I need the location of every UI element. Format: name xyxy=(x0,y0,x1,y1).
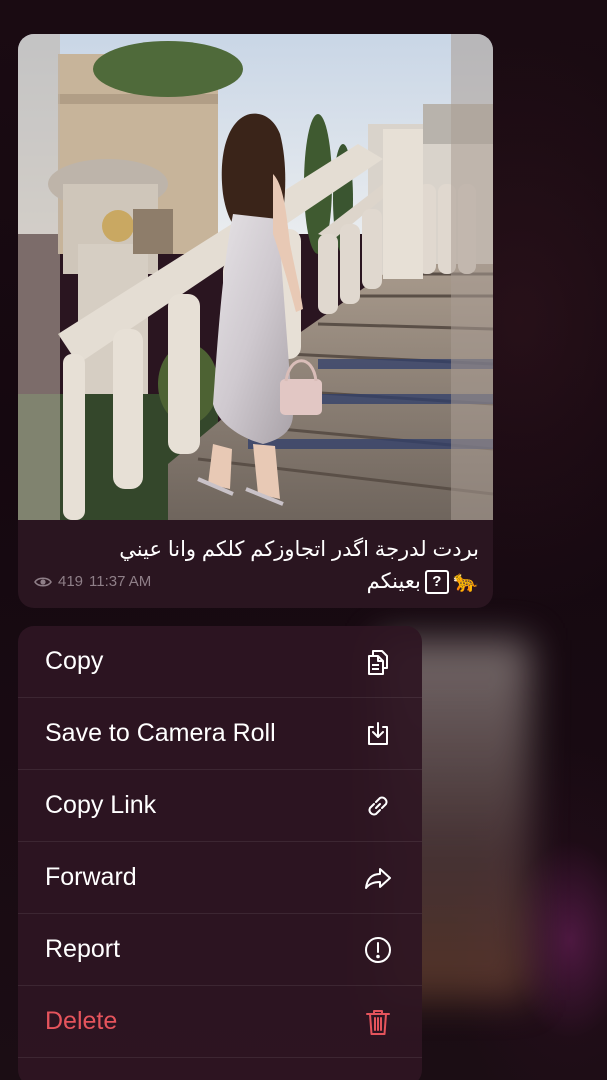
caption-line-1: بردت لدرجة اگدر اتجاوزكم كلكم وانا عيني xyxy=(119,538,479,561)
message-caption: بردت لدرجة اگدر اتجاوزكم كلكم وانا عيني … xyxy=(34,534,479,598)
caption-tail: بعينكم ? 🐆 xyxy=(367,566,479,598)
menu-item-report[interactable]: Report xyxy=(18,914,422,986)
leopard-emoji: 🐆 xyxy=(452,570,479,593)
message-meta: 419 11:37 AM xyxy=(34,566,151,598)
caption-text-2: بعينكم xyxy=(366,570,421,593)
menu-item-label: Delete xyxy=(45,1007,118,1035)
menu-item-label: Copy Link xyxy=(45,791,157,819)
message-photo[interactable] xyxy=(18,34,493,520)
eye-icon xyxy=(34,577,52,587)
report-icon xyxy=(362,934,394,966)
menu-item-forward[interactable]: Forward xyxy=(18,842,422,914)
caption-line-2: بعينكم ? 🐆 419 11:37 AM xyxy=(34,566,479,598)
link-icon xyxy=(362,790,394,822)
message-bubble[interactable]: بردت لدرجة اگدر اتجاوزكم كلكم وانا عيني … xyxy=(18,34,493,608)
message-time: 11:37 AM xyxy=(89,573,152,590)
view-count: 419 xyxy=(58,573,84,590)
forward-icon xyxy=(362,862,394,894)
screen: بردت لدرجة اگدر اتجاوزكم كلكم وانا عيني … xyxy=(0,0,607,1080)
menu-item-label: Forward xyxy=(45,863,137,891)
menu-item-label: Save to Camera Roll xyxy=(45,719,276,747)
menu-item-label: Copy xyxy=(45,647,104,675)
copy-icon xyxy=(362,646,394,678)
unknown-glyph-icon: ? xyxy=(424,570,449,594)
trash-icon xyxy=(362,1006,394,1038)
menu-item-save-to-camera-roll[interactable]: Save to Camera Roll xyxy=(18,698,422,770)
context-menu: Copy Save to Camera Roll Copy Link Forwa… xyxy=(18,626,422,1080)
menu-item-label: Report xyxy=(45,935,121,963)
menu-item-copy-link[interactable]: Copy Link xyxy=(18,770,422,842)
download-icon xyxy=(362,718,394,750)
photo-illustration xyxy=(18,34,493,520)
menu-item-delete[interactable]: Delete xyxy=(18,986,422,1058)
menu-item-copy[interactable]: Copy xyxy=(18,626,422,698)
